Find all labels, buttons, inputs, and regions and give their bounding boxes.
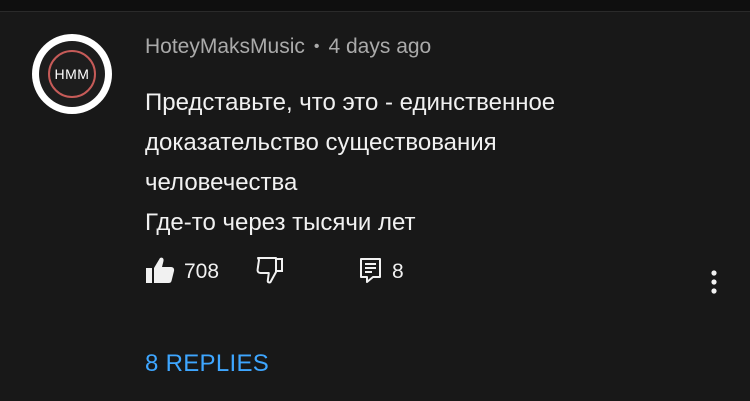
- comment-line: доказательство существования: [145, 129, 497, 156]
- thumb-down-icon: [255, 256, 285, 289]
- more-actions-button[interactable]: [702, 269, 726, 299]
- dislike-button[interactable]: [255, 256, 285, 289]
- reply-button[interactable]: 8: [359, 257, 404, 288]
- comment-actions: 708 8: [145, 254, 404, 290]
- comment-line: человечества: [145, 169, 298, 196]
- view-replies-button[interactable]: 8 REPLIES: [145, 350, 269, 378]
- avatar-inner: HMM: [39, 41, 105, 107]
- comment-line: Где-то через тысячи лет: [145, 209, 416, 236]
- avatar-ring: HMM: [48, 50, 96, 98]
- like-button[interactable]: 708: [145, 256, 219, 289]
- comment-line: Представьте, что это - единственное: [145, 89, 556, 116]
- comment-header: HoteyMaksMusic • 4 days ago: [145, 32, 431, 62]
- avatar-initials: HMM: [54, 66, 90, 82]
- avatar[interactable]: HMM: [32, 34, 112, 114]
- header-separator: •: [313, 38, 320, 55]
- comment-timestamp[interactable]: 4 days ago: [328, 35, 431, 59]
- comment-text: Представьте, что это - единственное дока…: [145, 83, 705, 243]
- thumb-up-icon: [145, 256, 175, 289]
- reply-count: 8: [392, 260, 404, 283]
- author-name[interactable]: HoteyMaksMusic: [145, 35, 305, 59]
- more-vert-icon: [711, 269, 717, 299]
- top-divider: [0, 0, 750, 12]
- like-count: 708: [184, 260, 220, 283]
- comment-reply-icon: [359, 257, 383, 288]
